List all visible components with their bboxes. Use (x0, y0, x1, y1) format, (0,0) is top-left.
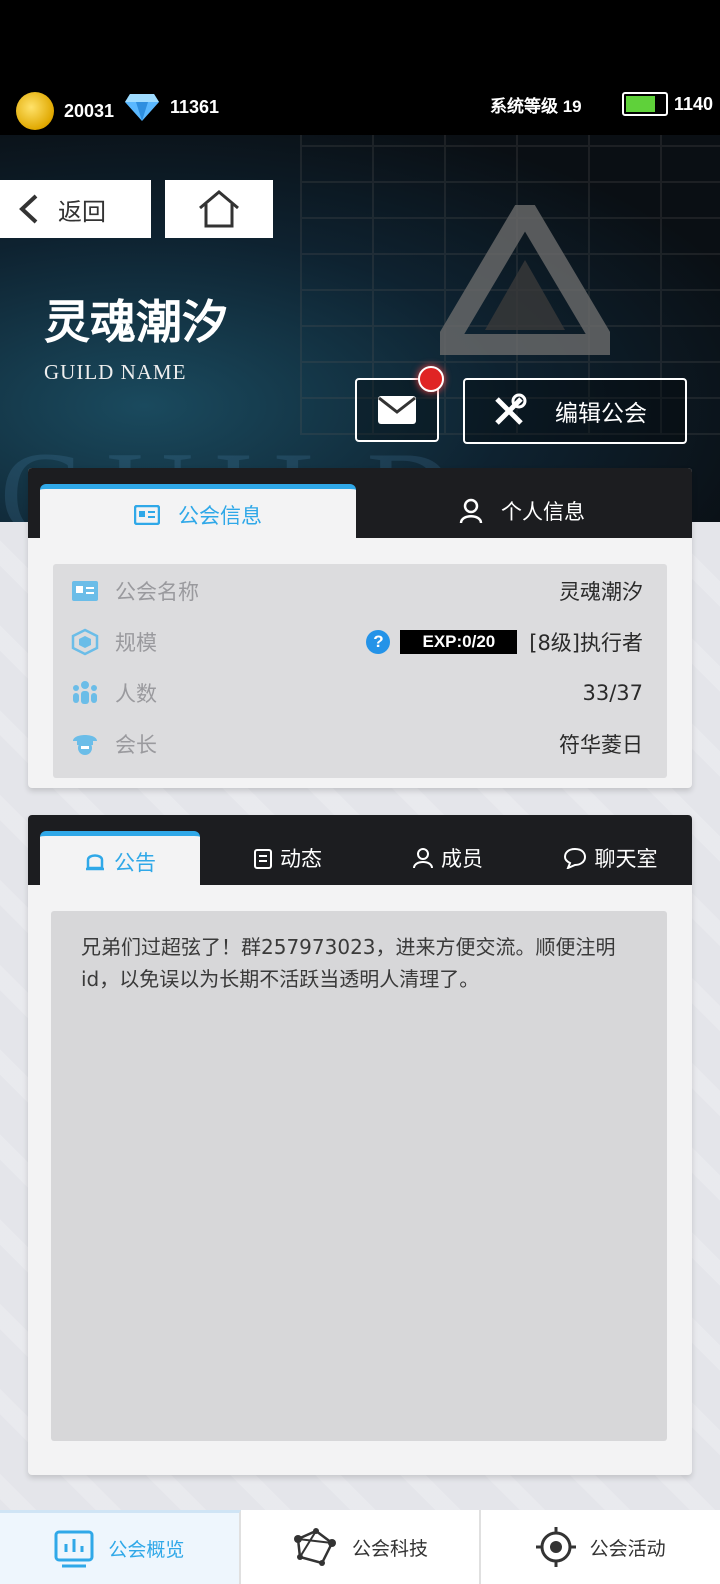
exp-bar: EXP:0/20 (400, 630, 518, 654)
leader-icon (73, 735, 97, 755)
tab-guild-info-label: 公会信息 (178, 503, 262, 528)
guild-scale-label: 规模 (115, 631, 157, 655)
tab-guild-info[interactable]: 公会信息 (40, 484, 356, 540)
gold-coin-icon (16, 92, 54, 130)
back-label: 返回 (58, 197, 106, 226)
guild-scale-value-group: ? EXP:0/20 [8级]执行者 (366, 627, 643, 657)
guild-info-panel: 公会信息 个人信息 公会名称 灵魂潮汐 规模 ? EXP:0/20 [8级]执行… (28, 468, 692, 788)
battery-icon (622, 92, 668, 116)
chevron-left-icon (19, 194, 38, 224)
tools-icon (495, 393, 527, 425)
tab-members-label: 成员 (441, 847, 483, 871)
cube-icon (71, 628, 99, 656)
nav-guild-activity[interactable]: 公会活动 (481, 1510, 720, 1584)
diamond-icon (125, 94, 159, 121)
tab-personal-info-label: 个人信息 (501, 500, 585, 524)
clipboard-icon (254, 849, 272, 869)
network-icon (294, 1528, 336, 1566)
system-level: 系统等级 19 (490, 92, 582, 117)
diamond-value: 11361 (170, 96, 220, 117)
envelope-icon (378, 396, 416, 424)
tab-announcement-label: 公告 (114, 850, 156, 875)
member-count-row: 人数 33/37 (53, 668, 667, 718)
home-button[interactable] (165, 180, 273, 238)
tab-activity[interactable]: 动态 (208, 831, 368, 885)
tab-announcement[interactable]: 公告 (40, 831, 200, 887)
tab-activity-label: 动态 (280, 847, 322, 871)
leader-row: 会长 符华菱日 (53, 719, 667, 769)
notification-badge (418, 366, 444, 392)
gold-value: 20031 (64, 100, 115, 121)
target-icon (535, 1527, 576, 1567)
guild-name-title: 灵魂潮汐 (44, 295, 228, 349)
guild-name-row: 公会名称 灵魂潮汐 (53, 566, 667, 616)
member-count-value: 33/37 (582, 681, 643, 705)
tab-personal-info[interactable]: 个人信息 (364, 484, 680, 538)
tab-members[interactable]: 成员 (368, 831, 528, 885)
announcement-box: 兄弟们过超弦了！群257973023，进来方便交流。顺便注明id，以免误以为长期… (51, 911, 667, 1441)
back-button[interactable]: 返回 (0, 180, 151, 238)
nav-guild-overview[interactable]: 公会概览 (0, 1510, 241, 1584)
member-count-label: 人数 (115, 682, 157, 706)
guild-logo-icon (440, 205, 610, 355)
edit-guild-button[interactable]: 编辑公会 (463, 378, 687, 444)
help-icon[interactable]: ? (366, 630, 391, 654)
nav-guild-overview-label: 公会概览 (108, 1539, 185, 1561)
id-card-icon (134, 504, 160, 525)
people-icon (73, 681, 97, 704)
gold-counter: 20031 (16, 92, 114, 130)
nav-guild-activity-label: 公会活动 (589, 1537, 666, 1560)
notice-panel: 公告 动态 成员 聊天室 兄弟们过超弦了！群257973023，进来方便交流。顺… (28, 815, 692, 1475)
guild-name-subtitle: GUILD NAME (44, 360, 187, 384)
chart-icon (54, 1530, 94, 1567)
guild-name-label: 公会名称 (115, 580, 199, 604)
announcement-text: 兄弟们过超弦了！群257973023，进来方便交流。顺便注明id，以免误以为长期… (81, 935, 616, 991)
person-icon (459, 498, 483, 524)
leader-label: 会长 (115, 733, 157, 757)
diamond-counter: 11361 (124, 92, 219, 122)
energy-value: 1140 (674, 93, 714, 114)
chat-icon (563, 847, 586, 869)
edit-guild-label: 编辑公会 (555, 401, 647, 427)
bell-icon (86, 853, 104, 870)
energy-counter: 1140 (622, 92, 713, 116)
nav-guild-tech[interactable]: 公会科技 (241, 1510, 482, 1584)
bottom-nav: 公会概览 公会科技 公会活动 (0, 1510, 720, 1584)
guild-name-value: 灵魂潮汐 (559, 580, 643, 604)
home-icon (199, 190, 239, 228)
nav-guild-tech-label: 公会科技 (352, 1537, 429, 1560)
system-level-label: 系统等级 19 (490, 97, 582, 116)
person-icon (413, 848, 433, 869)
info-tab-bar: 公会信息 个人信息 (28, 468, 692, 540)
tab-chatroom-label: 聊天室 (594, 847, 658, 871)
leader-value: 符华菱日 (559, 733, 643, 757)
guild-info-box: 公会名称 灵魂潮汐 规模 ? EXP:0/20 [8级]执行者 人数 33/37… (53, 564, 667, 778)
id-card-icon (72, 581, 98, 601)
tab-chatroom[interactable]: 聊天室 (528, 831, 692, 885)
guild-scale-value: [8级]执行者 (529, 631, 643, 655)
notice-tab-bar: 公告 动态 成员 聊天室 (28, 815, 692, 887)
guild-scale-row: 规模 ? EXP:0/20 [8级]执行者 (53, 617, 667, 667)
